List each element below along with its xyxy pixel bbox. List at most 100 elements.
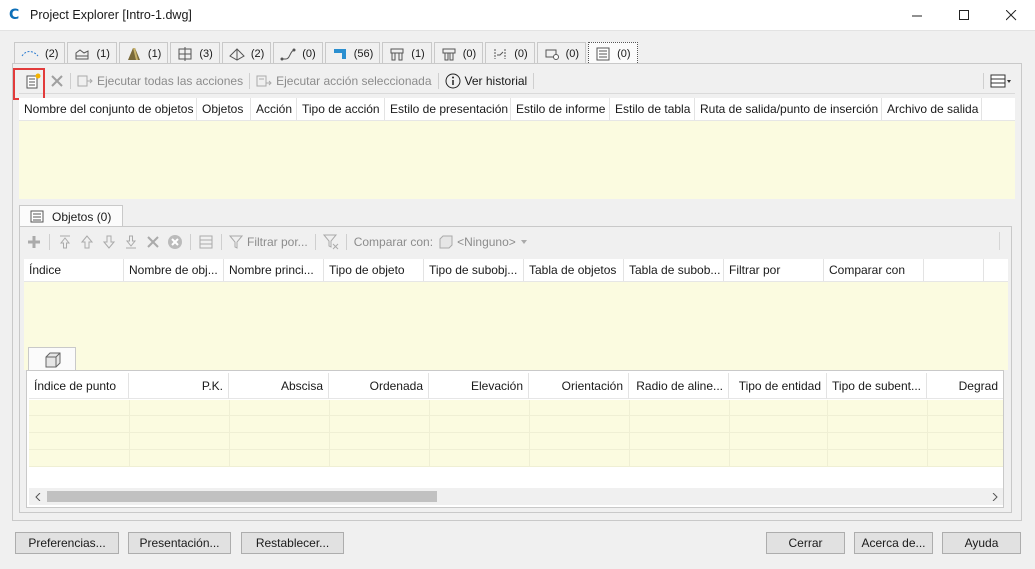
toolbar-separator: [314, 234, 316, 250]
column-header[interactable]: Nombre princi...: [224, 259, 324, 281]
delete-icon: [51, 74, 63, 87]
delete-object-set-button[interactable]: [47, 70, 67, 92]
column-header[interactable]: Objetos: [197, 98, 251, 120]
plus-icon: [28, 236, 40, 248]
remove-all-button[interactable]: [165, 232, 185, 252]
column-header[interactable]: Archivo de salida: [882, 98, 982, 120]
run-all-actions-button[interactable]: Ejecutar todas las acciones: [74, 70, 246, 92]
point-icon: [333, 48, 346, 59]
column-header[interactable]: Filtrar por: [724, 259, 824, 281]
grid-line: [927, 400, 928, 467]
tab-objects[interactable]: Objetos (0): [19, 205, 123, 227]
move-bottom-button[interactable]: [121, 232, 141, 252]
chevron-left-icon: [34, 492, 40, 501]
column-header[interactable]: Ordenada: [329, 373, 429, 399]
grid-line: [129, 400, 130, 467]
column-header[interactable]: P.K.: [129, 373, 229, 399]
filter-by-button[interactable]: Filtrar por...: [227, 231, 310, 253]
object-sets-table-header: Nombre del conjunto de objetos Objetos A…: [19, 98, 1015, 121]
column-header[interactable]: Elevación: [429, 373, 529, 399]
move-down-button[interactable]: [99, 232, 119, 252]
column-header[interactable]: Tipo de subobj...: [424, 259, 524, 281]
about-button[interactable]: Acerca de...: [854, 532, 933, 554]
surface-icon: [228, 47, 245, 61]
view-history-button[interactable]: Ver historial: [442, 70, 531, 92]
tab-assemblies[interactable]: (3): [170, 42, 220, 64]
column-header[interactable]: Estilo de presentación: [385, 98, 511, 120]
tab-alignments[interactable]: (2): [14, 42, 66, 64]
column-header[interactable]: Estilo de informe: [511, 98, 610, 120]
clear-filter-button[interactable]: [321, 232, 341, 252]
object-table-button[interactable]: [196, 232, 216, 252]
column-header[interactable]: Índice: [24, 259, 124, 281]
scroll-left-button[interactable]: [29, 488, 46, 505]
close-icon: [1005, 10, 1016, 21]
presentation-button[interactable]: Presentación...: [128, 532, 231, 554]
tab-corridors[interactable]: (1): [118, 42, 169, 64]
column-header[interactable]: Acción: [251, 98, 297, 120]
compare-label: Comparar con:: [353, 235, 434, 249]
maximize-button[interactable]: [941, 0, 987, 31]
move-up-button[interactable]: [77, 232, 97, 252]
tab-count: (1): [411, 47, 425, 60]
column-header[interactable]: Abscisa: [229, 373, 329, 399]
horizontal-scrollbar[interactable]: [29, 488, 1003, 505]
tab-count: (1): [96, 47, 110, 60]
alignment-icon: [21, 50, 39, 56]
column-header[interactable]: Comparar con: [824, 259, 924, 281]
close-window-button[interactable]: [988, 0, 1034, 31]
scroll-right-button[interactable]: [986, 488, 1003, 505]
close-button[interactable]: Cerrar: [766, 532, 845, 554]
column-header[interactable]: Radio de aline...: [629, 373, 729, 399]
tab-profiles[interactable]: (1): [67, 42, 117, 64]
new-object-set-button[interactable]: [19, 70, 47, 92]
chevron-right-icon: [992, 492, 998, 501]
corridor-icon: [127, 47, 140, 60]
column-header[interactable]: Ruta de salida/punto de inserción: [695, 98, 882, 120]
tab-pipe-networks[interactable]: (1): [382, 42, 432, 64]
run-all-icon: [77, 75, 93, 86]
column-header[interactable]: Tipo de objeto: [324, 259, 424, 281]
column-header[interactable]: Índice de punto: [29, 373, 129, 399]
tab-points[interactable]: (56): [324, 42, 381, 64]
objects-panel: Filtrar por... Comparar con: <Ninguno> Í…: [19, 226, 1012, 513]
tab-count: (0): [514, 47, 528, 60]
column-header[interactable]: Degrad: [927, 373, 1003, 399]
civil3d-logo-icon: C: [9, 7, 20, 23]
objects-toolbar: Filtrar por... Comparar con: <Ninguno>: [24, 230, 984, 254]
tab-feature-lines[interactable]: (0): [273, 42, 323, 64]
object-sets-grid-body[interactable]: [19, 121, 1015, 199]
tab-parcels[interactable]: (0): [536, 42, 587, 64]
add-object-button[interactable]: [24, 232, 44, 252]
column-header[interactable]: Orientación: [529, 373, 629, 399]
tab-surfaces[interactable]: (2): [221, 42, 272, 64]
scroll-thumb[interactable]: [47, 491, 437, 502]
table-options-icon: [990, 74, 1011, 87]
column-header[interactable]: Nombre de obj...: [124, 259, 224, 281]
tab-object-sets[interactable]: (0): [588, 42, 638, 65]
compare-with-dropdown[interactable]: Comparar con: <Ninguno>: [352, 231, 530, 253]
column-header[interactable]: Estilo de tabla: [610, 98, 695, 120]
tab-sections[interactable]: (0): [485, 42, 535, 64]
column-header[interactable]: Tipo de subent...: [827, 373, 927, 399]
help-button[interactable]: Ayuda: [942, 532, 1021, 554]
tab-point-data[interactable]: [28, 347, 76, 371]
tab-count: (3): [199, 47, 213, 60]
objects-grid-body[interactable]: [24, 282, 1008, 370]
move-top-button[interactable]: [55, 232, 75, 252]
table-options-button[interactable]: [987, 70, 1015, 92]
column-header[interactable]: Tipo de entidad: [729, 373, 827, 399]
column-header[interactable]: Tabla de objetos: [524, 259, 624, 281]
run-selected-action-button[interactable]: Ejecutar acción seleccionada: [253, 70, 434, 92]
tab-pressure-networks[interactable]: (0): [433, 42, 484, 64]
table-row: [29, 451, 1003, 467]
column-header[interactable]: Tipo de acción: [297, 98, 385, 120]
column-header[interactable]: Nombre del conjunto de objetos: [19, 98, 197, 120]
minimize-button[interactable]: [894, 0, 940, 31]
column-header[interactable]: Tabla de subob...: [624, 259, 724, 281]
reset-button[interactable]: Restablecer...: [241, 532, 344, 554]
preferences-button[interactable]: Preferencias...: [15, 532, 119, 554]
remove-object-button[interactable]: [143, 232, 163, 252]
tab-count: (1): [147, 47, 162, 60]
table-icon: [199, 235, 213, 249]
